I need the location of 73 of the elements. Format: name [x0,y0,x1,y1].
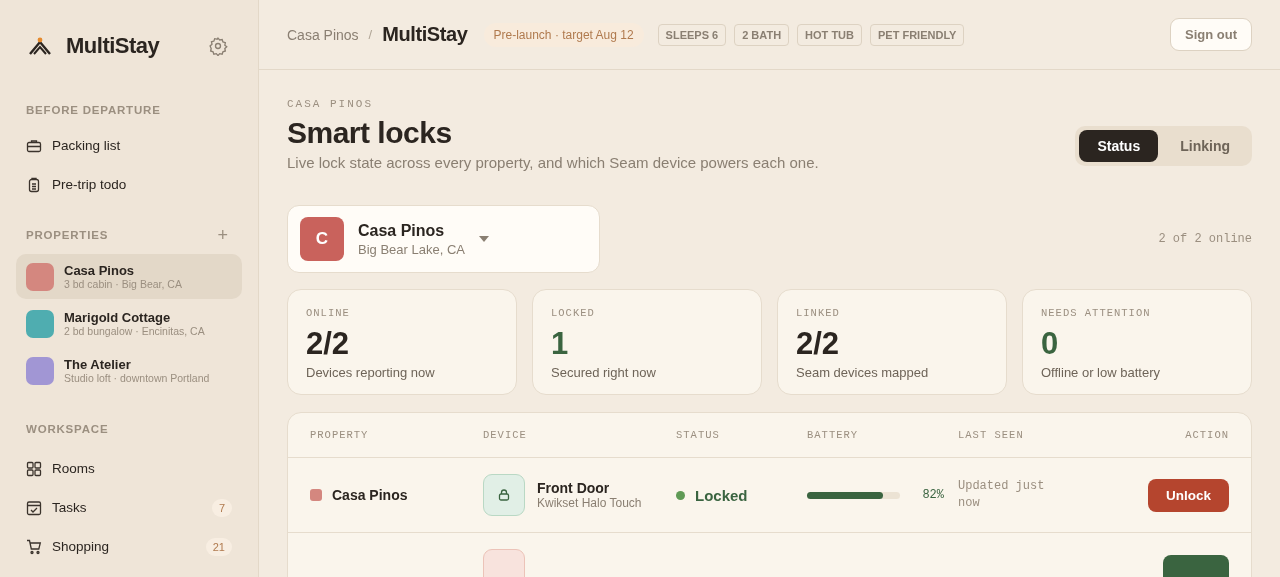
property-avatar: C [300,217,344,261]
property-picker[interactable]: C Casa Pinos Big Bear Lake, CA [287,205,600,273]
feature-tag: PET FRIENDLY [870,23,965,46]
column-header: BATTERY [807,429,860,441]
property-name: Casa Pinos [64,263,136,278]
section-heading: BEFORE DEPARTURE [25,104,162,116]
section-heading: WORKSPACE [25,423,110,435]
page-title: MultiStay [382,23,468,46]
online-summary: 2 of 2 online [1158,232,1252,246]
battery-reading: 82% [922,488,944,502]
stat-value: 2/2 [796,326,841,362]
caret-icon [478,236,489,242]
picker-location: Big Bear Lake, CA [358,241,465,257]
stat-note: Devices reporting now [306,365,436,380]
stat-label: LINKED [796,307,841,319]
property-item[interactable]: Casa Pinos 3 bd cabin · Big Bear, CA [16,254,242,299]
lock-status: Locked [695,486,748,504]
stat-label: ONLINE [306,307,351,319]
status-dot [676,490,685,500]
calendar-check-icon [26,499,42,516]
stat-note: Seam devices mapped [796,365,930,380]
column-header: STATUS [676,429,721,441]
heading: Smart locks [287,116,453,150]
nav-item[interactable]: Tasks 7 [16,488,242,527]
logo-icon [28,36,52,56]
property-name: Marigold Cottage [64,310,172,325]
stat-label: LOCKED [551,307,596,319]
breadcrumb-separator: / [368,27,373,42]
unlock-button[interactable]: Unlock [1148,478,1229,512]
property-item[interactable]: Marigold Cottage 2 bd bungalow · Encinitas, CA [16,301,242,346]
subtitle: Live lock state across every property, and which Seam device powers each one. [287,154,819,171]
stat-value: 0 [1041,326,1060,362]
stat-note: Offline or low battery [1041,365,1161,380]
last-seen: Updated just now [958,477,1046,512]
property-item[interactable]: The Atelier Studio loft · downtown Portland [16,348,242,393]
cart-icon [26,538,42,555]
status-pill: Pre-launch · target Aug 12 [483,22,644,47]
count-badge: 21 [205,537,232,556]
nav-item[interactable]: Packing list [16,126,242,165]
column-header: DEVICE [483,429,528,441]
stat-note: Secured right now [551,365,657,380]
feature-tag: 2 BATH [734,23,790,46]
stat-label: NEEDS ATTENTION [1041,307,1152,319]
section-heading: PROPERTIES [26,229,109,241]
view-tab[interactable]: Linking [1162,129,1248,162]
property-name: The Atelier [64,357,132,372]
picker-name: Casa Pinos [358,221,446,240]
grid-icon [26,460,42,477]
sign-out-button[interactable]: Sign out [1170,18,1252,51]
brand-name: MultiStay [66,33,161,59]
view-tab[interactable]: Status [1079,129,1159,162]
eyebrow: CASA PINOS [287,98,374,110]
property-detail: 3 bd cabin · Big Bear, CA [64,278,182,290]
column-header: LAST SEEN [958,429,1025,441]
stat-value: 1 [551,326,570,362]
action-button[interactable] [1163,554,1229,577]
stat-value: 2/2 [306,326,351,362]
column-header: ACTION [1184,429,1229,441]
device-model: Kwikset Halo Touch [537,496,642,510]
feature-tag: SLEEPS 6 [657,23,727,46]
device-name: Front Door [537,480,611,496]
property-detail: 2 bd bungalow · Encinitas, CA [64,325,205,337]
column-header: PROPERTY [310,429,370,441]
nav-item[interactable]: Pre-trip todo [16,165,242,204]
briefcase-icon [26,137,42,154]
property-detail: Studio loft · downtown Portland [64,372,210,384]
nav-item[interactable]: Shopping 21 [16,527,242,566]
property-cell: Casa Pinos [332,487,408,503]
clipboard-icon [26,176,42,193]
nav-item[interactable]: Rooms [16,449,242,488]
settings-icon[interactable] [208,36,228,56]
count-badge: 7 [211,498,232,517]
feature-tag: HOT TUB [797,23,862,46]
